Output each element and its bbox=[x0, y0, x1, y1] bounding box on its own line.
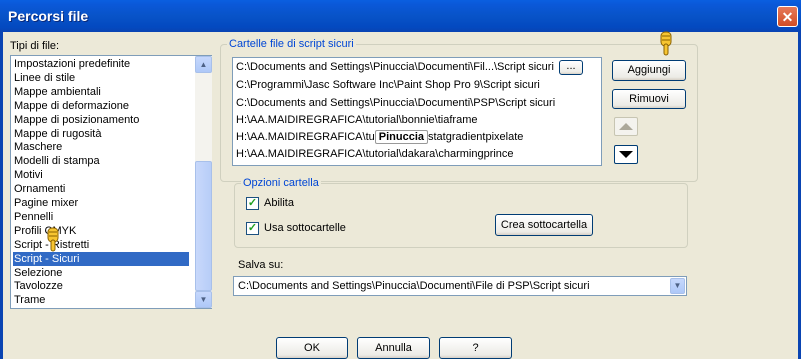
hand-pointer-icon bbox=[660, 31, 672, 56]
create-subfolder-button[interactable]: Crea sottocartella bbox=[495, 214, 593, 236]
file-type-item[interactable]: Pennelli bbox=[13, 210, 189, 224]
file-type-item[interactable]: Linee di stile bbox=[13, 71, 189, 85]
options-group bbox=[234, 183, 688, 248]
dropdown-button[interactable]: ▼ bbox=[670, 278, 685, 294]
file-type-item[interactable]: Trame bbox=[13, 293, 189, 307]
scroll-thumb[interactable] bbox=[195, 161, 212, 291]
remove-button[interactable]: Rimuovi bbox=[612, 89, 686, 109]
file-type-item[interactable]: Mappe di posizionamento bbox=[13, 113, 189, 127]
arrow-down-icon: ▼ bbox=[199, 295, 208, 304]
folder-path-item[interactable]: H:\AA.MAIDIREGRAFICA\tutorial\bonnie\tia… bbox=[236, 112, 477, 128]
file-types-items: Impostazioni predefinite Linee di stile Ma… bbox=[11, 56, 195, 308]
folders-group-label: Cartelle file di script sicuri bbox=[227, 38, 356, 50]
options-group-label: Opzioni cartella bbox=[241, 177, 321, 189]
browse-button[interactable]: ... bbox=[559, 60, 583, 75]
file-type-item[interactable]: Tavolozze bbox=[13, 279, 189, 293]
add-button[interactable]: Aggiungi bbox=[612, 60, 686, 81]
title-bar bbox=[0, 0, 801, 32]
folder-path-tail: statgradientpixelate bbox=[428, 131, 524, 143]
file-type-item[interactable]: Script - Ristretti bbox=[13, 238, 189, 252]
arrow-up-icon: ▲ bbox=[199, 60, 208, 69]
scroll-down-button[interactable]: ▼ bbox=[195, 291, 212, 308]
file-type-item[interactable]: Pagine mixer bbox=[13, 196, 189, 210]
folder-path-item[interactable]: C:\Documents and Settings\Pinuccia\Docum… bbox=[236, 95, 555, 111]
folder-path-item[interactable]: C:\Documents and Settings\Pinuccia\Docum… bbox=[236, 59, 554, 75]
checkmark-icon: ✓ bbox=[247, 222, 258, 234]
close-button[interactable]: ✕ bbox=[777, 6, 798, 27]
save-to-select[interactable]: C:\Documents and Settings\Pinuccia\Docum… bbox=[233, 276, 687, 296]
file-type-item[interactable]: Script - Sicuri bbox=[13, 251, 189, 266]
file-type-item[interactable]: Mappe di deformazione bbox=[13, 99, 189, 113]
file-type-item[interactable]: Profili CMYK bbox=[13, 224, 189, 238]
subfolders-checkbox[interactable]: ✓ bbox=[246, 222, 259, 235]
move-up-button[interactable] bbox=[614, 117, 638, 136]
help-button[interactable]: ? bbox=[439, 337, 512, 359]
folder-path-item[interactable]: H:\AA.MAIDIREGRAFICA\tutorial\dakara\cha… bbox=[236, 146, 514, 162]
folder-path-item[interactable]: H:\AA.MAIDIREGRAFICA\tu Pinuccia statgradi… bbox=[236, 129, 523, 145]
ok-button[interactable]: OK bbox=[276, 337, 348, 359]
file-type-item[interactable]: Maschere bbox=[13, 140, 189, 154]
hand-pointer-icon bbox=[47, 227, 59, 252]
close-icon: ✕ bbox=[781, 9, 794, 25]
file-type-item[interactable]: Mappe ambientali bbox=[13, 85, 189, 99]
window-title: Percorsi file bbox=[8, 8, 89, 24]
scroll-up-button[interactable]: ▲ bbox=[195, 56, 212, 73]
chevron-down-icon: ▼ bbox=[673, 281, 682, 290]
pinuccia-watermark: Pinuccia bbox=[374, 130, 428, 144]
save-to-label: Salva su: bbox=[238, 259, 284, 271]
file-types-list[interactable]: Impostazioni predefinite Linee di stile Ma… bbox=[10, 55, 212, 309]
arrow-up-icon bbox=[619, 123, 633, 130]
folder-path-text: H:\AA.MAIDIREGRAFICA\tu bbox=[236, 131, 375, 143]
save-to-value: C:\Documents and Settings\Pinuccia\Docum… bbox=[238, 280, 590, 292]
cancel-button[interactable]: Annulla bbox=[357, 337, 430, 359]
move-down-button[interactable] bbox=[614, 145, 638, 164]
subfolders-label: Usa sottocartelle bbox=[264, 222, 346, 234]
folders-list[interactable]: C:\Documents and Settings\Pinuccia\Docum… bbox=[232, 57, 602, 166]
file-type-item[interactable]: Impostazioni predefinite bbox=[13, 57, 189, 71]
file-type-item[interactable]: Motivi bbox=[13, 168, 189, 182]
file-type-item[interactable]: Mappe di rugosità bbox=[13, 127, 189, 141]
arrow-down-icon bbox=[619, 151, 633, 158]
file-types-scrollbar[interactable]: ▲ ▼ bbox=[195, 56, 212, 308]
file-type-item[interactable]: Ornamenti bbox=[13, 182, 189, 196]
enable-label: Abilita bbox=[264, 197, 294, 209]
folder-path-item[interactable]: C:\Programmi\Jasc Software Inc\Paint Sho… bbox=[236, 77, 540, 93]
enable-checkbox[interactable]: ✓ bbox=[246, 197, 259, 210]
file-types-label: Tipi di file: bbox=[10, 40, 60, 52]
window-frame-left bbox=[0, 32, 3, 359]
checkmark-icon: ✓ bbox=[247, 197, 258, 209]
file-type-item[interactable]: Selezione bbox=[13, 266, 189, 280]
file-type-item[interactable]: Modelli di stampa bbox=[13, 154, 189, 168]
